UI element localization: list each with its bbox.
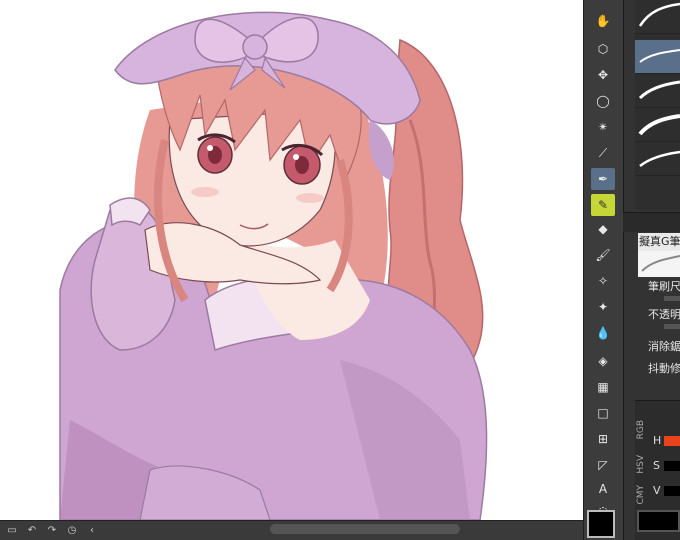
figure-tool-icon: □ bbox=[597, 406, 609, 420]
magic-wand-tool[interactable]: ✴ bbox=[591, 116, 615, 138]
frame-tool-icon: ⊞ bbox=[597, 432, 609, 446]
drawing-canvas[interactable] bbox=[0, 0, 583, 520]
main-color-swatch[interactable] bbox=[587, 510, 615, 538]
brush-preview-4[interactable] bbox=[635, 108, 680, 142]
opacity-label: 不透明 bbox=[648, 308, 680, 321]
gradient-tool-icon: ▦ bbox=[597, 380, 609, 394]
opacity-slider[interactable] bbox=[664, 324, 680, 329]
horizontal-scrollbar[interactable] bbox=[270, 524, 460, 534]
eyedropper-tool[interactable]: ⟋ bbox=[591, 142, 615, 164]
figure-tool[interactable]: □ bbox=[591, 402, 615, 424]
brush-preview-5[interactable] bbox=[635, 142, 680, 176]
airbrush-tool[interactable]: ✧ bbox=[591, 270, 615, 292]
blend-tool-icon: 💧 bbox=[595, 326, 611, 340]
saturation-slider[interactable] bbox=[664, 461, 680, 471]
value-label: V bbox=[653, 484, 661, 497]
brush-size-label: 筆刷尺 bbox=[648, 280, 680, 293]
rotate-icon[interactable]: ◷ bbox=[64, 523, 80, 539]
airbrush-tool-icon: ✧ bbox=[597, 274, 609, 288]
hand-tool[interactable]: ✋ bbox=[591, 10, 615, 32]
stabilization-label: 抖動修 bbox=[648, 362, 680, 375]
antialias-label: 消除鋸 bbox=[648, 340, 680, 353]
current-brush-name: 擬真G筆 bbox=[638, 233, 680, 251]
color-tab-cmy[interactable]: CMY bbox=[636, 485, 646, 505]
chevron-left-icon[interactable]: ‹ bbox=[84, 523, 100, 539]
brush-preview-2[interactable] bbox=[635, 40, 680, 74]
object-tool-icon: ⬡ bbox=[597, 42, 609, 56]
canvas-menu-icon[interactable]: ▭ bbox=[4, 523, 20, 539]
gradient-tool[interactable]: ▦ bbox=[591, 376, 615, 398]
tool-property-header bbox=[623, 212, 680, 232]
fill-tool[interactable]: ◈ bbox=[591, 350, 615, 372]
character-illustration bbox=[59, 11, 488, 520]
hue-slider[interactable] bbox=[664, 436, 680, 446]
move-tool-icon: ✥ bbox=[597, 68, 609, 82]
text-tool[interactable]: A bbox=[591, 478, 615, 500]
color-preview-box bbox=[637, 510, 680, 532]
brush-preview-1[interactable] bbox=[635, 0, 680, 34]
text-tool-icon: A bbox=[598, 482, 608, 496]
color-tab-rgb[interactable]: RGB bbox=[636, 420, 646, 439]
move-tool[interactable]: ✥ bbox=[591, 64, 615, 86]
pen-tool[interactable]: ✒ bbox=[591, 168, 615, 190]
object-tool[interactable]: ⬡ bbox=[591, 38, 615, 60]
lasso-tool[interactable]: ◯ bbox=[591, 90, 615, 112]
brush-stroke-preview bbox=[638, 251, 680, 277]
undo-icon[interactable]: ↶ bbox=[24, 523, 40, 539]
lasso-tool-icon: ◯ bbox=[596, 94, 610, 108]
brush-preview-3[interactable] bbox=[635, 74, 680, 108]
saturation-label: S bbox=[653, 459, 660, 472]
hand-tool-icon: ✋ bbox=[595, 14, 611, 28]
pencil-tool[interactable]: ✎ bbox=[591, 194, 615, 216]
frame-tool[interactable]: ⊞ bbox=[591, 428, 615, 450]
value-slider[interactable] bbox=[664, 486, 680, 496]
redo-icon[interactable]: ↷ bbox=[44, 523, 60, 539]
magic-wand-tool-icon: ✴ bbox=[597, 120, 609, 134]
eraser-tool[interactable]: ◆ bbox=[591, 218, 615, 240]
brush-tool-icon: 🖌 bbox=[595, 248, 611, 262]
decoration-tool-icon: ✦ bbox=[597, 300, 609, 314]
hue-label: H bbox=[653, 434, 662, 447]
brush-size-slider[interactable] bbox=[664, 296, 680, 301]
blend-tool[interactable]: 💧 bbox=[591, 322, 615, 344]
color-tab-hsv[interactable]: HSV bbox=[636, 455, 646, 474]
eraser-tool-icon: ◆ bbox=[598, 222, 608, 236]
ruler-tool[interactable]: ◸ bbox=[591, 454, 615, 476]
eyedropper-tool-icon: ⟋ bbox=[598, 145, 608, 160]
pen-tool-icon: ✒ bbox=[597, 172, 609, 186]
decoration-tool[interactable]: ✦ bbox=[591, 296, 615, 318]
fill-tool-icon: ◈ bbox=[598, 354, 608, 368]
brush-tool[interactable]: 🖌 bbox=[591, 244, 615, 266]
ruler-tool-icon: ◸ bbox=[598, 458, 608, 472]
pencil-tool-icon: ✎ bbox=[597, 198, 609, 212]
